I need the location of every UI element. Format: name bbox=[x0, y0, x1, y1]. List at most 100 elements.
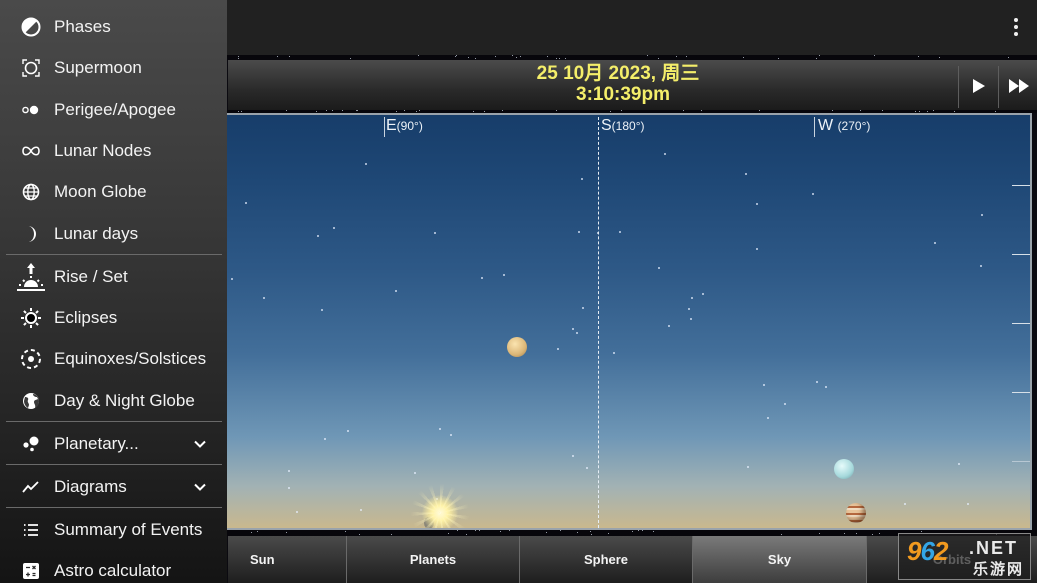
sun[interactable] bbox=[422, 495, 458, 528]
background-star bbox=[263, 297, 265, 299]
background-star bbox=[919, 111, 920, 112]
background-star bbox=[332, 110, 333, 111]
drawer-item-astro-calculator[interactable]: Astro calculator bbox=[0, 550, 227, 583]
background-star bbox=[921, 531, 922, 532]
calculator-icon bbox=[20, 560, 42, 582]
background-star bbox=[756, 203, 758, 205]
tab-sky[interactable]: Sky bbox=[692, 536, 866, 583]
background-star bbox=[317, 235, 319, 237]
sky-view[interactable]: E(90°) S(180°) W (270°) bbox=[226, 113, 1032, 530]
drawer-item-label: Summary of Events bbox=[54, 519, 203, 539]
drawer-item-lunar-nodes[interactable]: Lunar Nodes bbox=[0, 130, 227, 171]
drawer-item-day-night-globe[interactable]: Day & Night Globe bbox=[0, 380, 227, 421]
uranus[interactable] bbox=[834, 459, 854, 479]
altitude-tick bbox=[1012, 323, 1030, 324]
background-star bbox=[638, 530, 639, 531]
earth-globe-icon bbox=[20, 390, 42, 412]
background-star bbox=[688, 308, 690, 310]
background-star bbox=[286, 110, 287, 111]
background-star bbox=[572, 328, 574, 330]
background-star bbox=[238, 58, 239, 59]
drawer-item-label: Day & Night Globe bbox=[54, 390, 195, 410]
fast-forward-button[interactable] bbox=[1000, 68, 1037, 104]
drawer-item-summary-of-events[interactable]: Summary of Events bbox=[0, 509, 227, 550]
background-star bbox=[509, 530, 510, 531]
background-star bbox=[547, 56, 548, 57]
background-star bbox=[591, 534, 592, 535]
background-star bbox=[500, 531, 501, 532]
background-star bbox=[572, 455, 574, 457]
background-star bbox=[289, 56, 290, 57]
background-star bbox=[819, 55, 820, 56]
background-star bbox=[872, 534, 873, 535]
tab-sun[interactable]: Sun bbox=[228, 536, 346, 583]
background-star bbox=[324, 438, 326, 440]
background-star bbox=[418, 55, 419, 56]
drawer-item-phases[interactable]: Phases bbox=[0, 6, 227, 47]
watermark: 962 .NET 乐游网 bbox=[898, 533, 1031, 580]
background-star bbox=[927, 111, 928, 112]
more-vert-icon[interactable] bbox=[1003, 12, 1029, 42]
background-star bbox=[565, 58, 566, 59]
date-text: 25 10月 2023, 周三 bbox=[536, 63, 700, 84]
date-time-display[interactable]: 25 10月 2023, 周三 3:10:39pm bbox=[408, 63, 828, 105]
altitude-tick bbox=[1012, 461, 1030, 462]
background-star bbox=[816, 381, 818, 383]
background-star bbox=[395, 290, 397, 292]
background-star bbox=[520, 56, 521, 57]
venus[interactable] bbox=[507, 337, 527, 357]
background-star bbox=[874, 55, 875, 56]
background-star bbox=[466, 534, 467, 535]
drawer-item-label: Planetary... bbox=[54, 433, 139, 453]
background-star bbox=[475, 58, 476, 59]
drawer-item-perigee-apogee[interactable]: Perigee/Apogee bbox=[0, 89, 227, 130]
watermark-number: 962 bbox=[907, 536, 948, 566]
drawer-item-lunar-days[interactable]: Lunar days bbox=[0, 213, 227, 254]
drawer-item-label: Lunar days bbox=[54, 223, 139, 243]
tab-sphere[interactable]: Sphere bbox=[519, 536, 692, 583]
drawer-item-planetary[interactable]: Planetary... bbox=[0, 423, 227, 464]
background-star bbox=[581, 178, 583, 180]
background-star bbox=[231, 278, 233, 280]
equinox-icon bbox=[20, 348, 42, 370]
background-star bbox=[904, 503, 906, 505]
background-star bbox=[288, 470, 290, 472]
background-star bbox=[316, 111, 317, 112]
drawer-item-supermoon[interactable]: Supermoon bbox=[0, 47, 227, 88]
background-star bbox=[434, 232, 436, 234]
south-meridian-line bbox=[598, 117, 599, 528]
background-star bbox=[658, 267, 660, 269]
background-star bbox=[495, 56, 496, 57]
drawer-item-diagrams[interactable]: Diagrams bbox=[0, 466, 227, 507]
fast-forward-icon bbox=[1008, 79, 1029, 93]
watermark-net: .NET bbox=[969, 538, 1019, 558]
background-star bbox=[686, 56, 687, 57]
drawer-item-moon-globe[interactable]: Moon Globe bbox=[0, 171, 227, 212]
background-star bbox=[918, 56, 919, 57]
background-star bbox=[559, 58, 560, 59]
background-star bbox=[745, 173, 747, 175]
background-star bbox=[981, 214, 983, 216]
background-star bbox=[414, 472, 416, 474]
direction-east: E(90°) bbox=[386, 117, 423, 134]
drawer-item-equinoxes-solstices[interactable]: Equinoxes/Solstices bbox=[0, 338, 227, 379]
background-star bbox=[1008, 57, 1009, 58]
background-star bbox=[856, 533, 857, 534]
tab-planets[interactable]: Planets bbox=[346, 536, 519, 583]
drawer-item-rise-set[interactable]: Rise / Set bbox=[0, 256, 227, 297]
background-star bbox=[512, 55, 513, 56]
background-star bbox=[958, 463, 960, 465]
background-star bbox=[608, 533, 609, 534]
background-star bbox=[933, 110, 934, 111]
background-star bbox=[396, 111, 397, 112]
background-star bbox=[586, 467, 588, 469]
background-star bbox=[321, 309, 323, 311]
background-star bbox=[439, 428, 441, 430]
drawer-item-eclipses[interactable]: Eclipses bbox=[0, 297, 227, 338]
drawer-divider bbox=[6, 464, 222, 465]
play-button[interactable] bbox=[960, 68, 998, 104]
background-star bbox=[360, 509, 362, 511]
jupiter[interactable] bbox=[846, 503, 866, 523]
background-star bbox=[642, 530, 643, 531]
background-star bbox=[560, 530, 561, 531]
